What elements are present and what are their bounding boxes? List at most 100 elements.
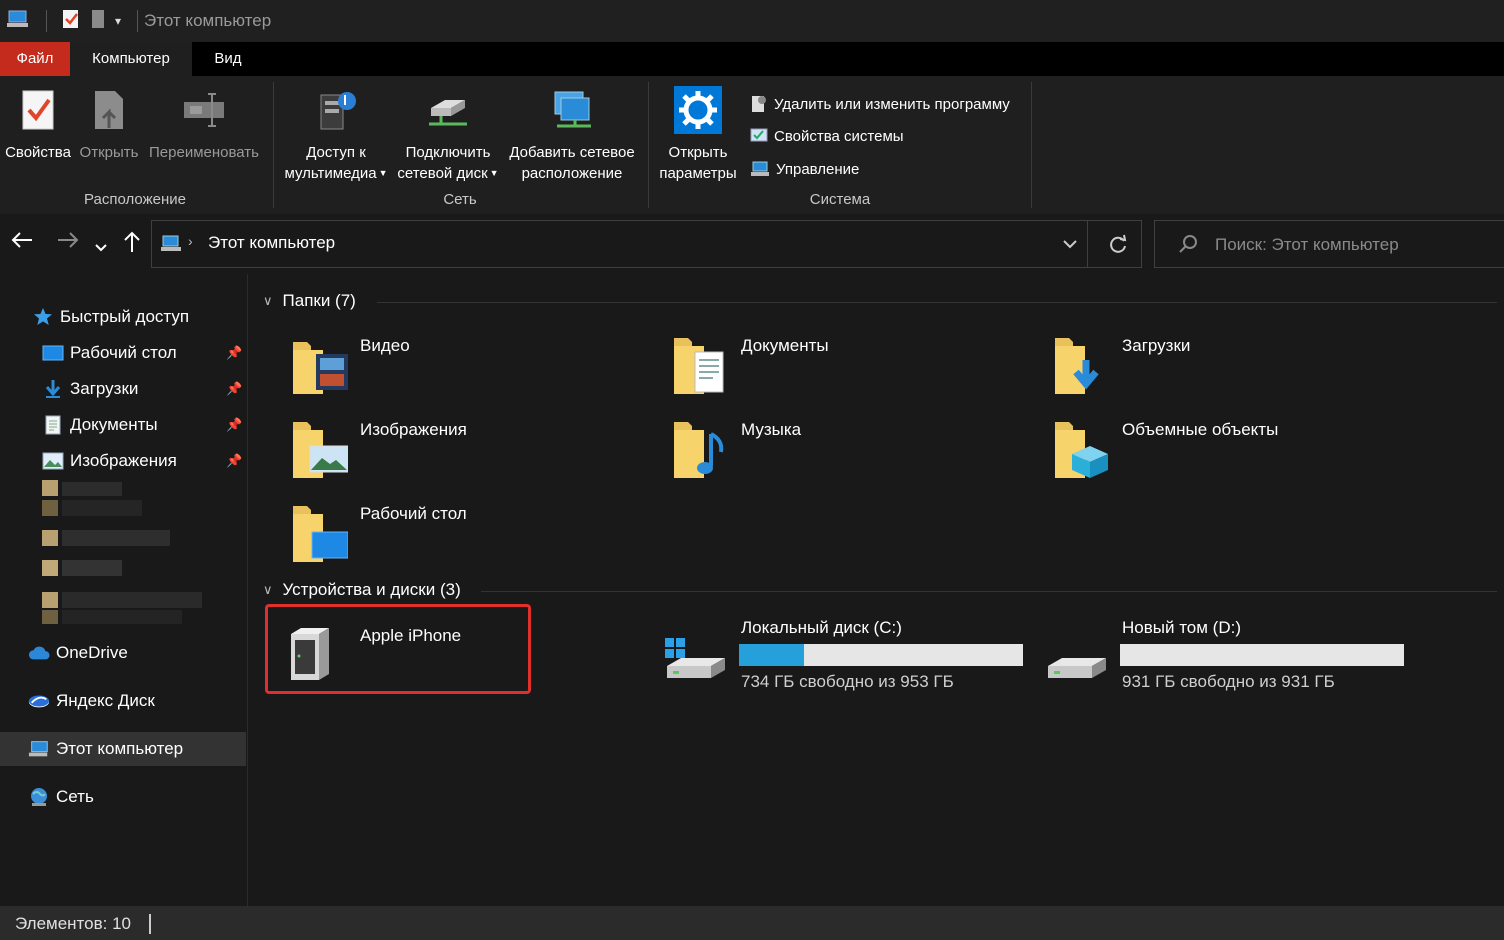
- divider: [1087, 221, 1088, 267]
- open-settings-button[interactable]: Открыть параметры: [654, 86, 742, 184]
- sidebar-item-desktop[interactable]: Рабочий стол 📌: [0, 336, 246, 370]
- properties-button[interactable]: Свойства: [4, 86, 72, 163]
- 3d-objects-folder-icon: [1055, 422, 1108, 478]
- divider: [648, 82, 649, 208]
- divider: [1031, 82, 1032, 208]
- tab-view[interactable]: Вид: [192, 42, 264, 76]
- desktop-icon: [42, 342, 64, 364]
- yandex-disk-icon: [28, 690, 50, 712]
- pin-icon[interactable]: 📌: [226, 417, 242, 433]
- recent-locations-chevron-icon[interactable]: [94, 234, 108, 260]
- drive-c[interactable]: Локальный диск (C:) 734 ГБ свободно из 9…: [663, 618, 1023, 708]
- sidebar-item-this-pc[interactable]: Этот компьютер: [0, 732, 246, 766]
- add-network-location-button[interactable]: Добавить сетевое расположение: [506, 86, 638, 184]
- media-server-icon: [312, 86, 360, 134]
- download-arrow-icon: [42, 378, 64, 400]
- navigation-pane: Быстрый доступ Рабочий стол 📌 Загрузки 📌…: [0, 274, 248, 906]
- pin-icon[interactable]: 📌: [226, 381, 242, 397]
- breadcrumb-chevron-icon[interactable]: ›: [188, 233, 193, 249]
- folder-videos[interactable]: Видео: [292, 336, 652, 410]
- refresh-icon[interactable]: [1108, 233, 1128, 260]
- desktop-folder-icon: [293, 506, 349, 562]
- back-arrow-icon[interactable]: [10, 230, 34, 256]
- drive-d[interactable]: Новый том (D:) 931 ГБ свободно из 931 ГБ: [1044, 618, 1404, 708]
- sidebar-item-yandex-disk[interactable]: Яндекс Диск: [0, 684, 246, 718]
- dropdown-caret-icon: ▼: [378, 168, 388, 178]
- tab-computer[interactable]: Компьютер: [70, 42, 192, 76]
- system-drive-icon: [665, 638, 725, 678]
- customize-quick-access-icon[interactable]: ▾: [115, 14, 121, 28]
- up-arrow-icon[interactable]: [122, 230, 142, 260]
- collapse-chevron-icon[interactable]: ∨: [263, 293, 273, 309]
- computer-icon: [6, 9, 30, 34]
- network-drive-icon: [424, 86, 472, 134]
- divider: [137, 10, 139, 32]
- pin-icon[interactable]: 📌: [226, 453, 242, 469]
- ribbon-tabs: Файл Компьютер Вид: [0, 42, 1504, 76]
- media-access-button[interactable]: Доступ к мультимедиа ▼: [280, 86, 392, 184]
- sidebar-item-onedrive[interactable]: OneDrive: [0, 636, 246, 670]
- open-button[interactable]: Открыть: [76, 86, 142, 163]
- divider: [149, 914, 151, 934]
- rename-icon: [180, 86, 228, 134]
- drive-c-usage-bar: [739, 644, 1023, 666]
- forward-arrow-icon[interactable]: [56, 230, 80, 256]
- highlight-box: [265, 604, 531, 694]
- navigation-bar: › Этот компьютер Поиск: Этот компьютер: [0, 214, 1504, 274]
- properties-quick-icon[interactable]: [61, 8, 81, 35]
- music-folder-icon: [674, 422, 724, 478]
- status-bar: Элементов: 10: [0, 906, 1504, 940]
- folder-desktop[interactable]: Рабочий стол: [292, 504, 652, 578]
- network-location-icon: [548, 86, 596, 134]
- section-header-devices[interactable]: ∨ Устройства и диски (3): [263, 580, 461, 600]
- map-network-drive-button[interactable]: Подключить сетевой диск ▼: [396, 86, 500, 184]
- drive-c-usage-fill: [739, 644, 805, 666]
- title-bar: ▾ Этот компьютер: [0, 0, 1504, 42]
- dropdown-caret-icon: ▼: [489, 168, 499, 178]
- sidebar-item-pictures[interactable]: Изображения 📌: [0, 444, 246, 478]
- divider: [481, 591, 1497, 592]
- drive-d-usage-bar: [1120, 644, 1404, 666]
- folder-pictures[interactable]: Изображения: [292, 420, 652, 494]
- system-properties-button[interactable]: Свойства системы: [750, 127, 904, 145]
- manage-button[interactable]: Управление: [750, 160, 859, 178]
- sidebar-item-network[interactable]: Сеть: [0, 780, 246, 814]
- item-count: Элементов: 10: [15, 914, 131, 933]
- downloads-folder-icon: [1055, 338, 1099, 394]
- divider: [46, 10, 47, 32]
- folder-downloads[interactable]: Загрузки: [1054, 336, 1414, 410]
- system-properties-icon: [750, 128, 768, 142]
- folder-music[interactable]: Музыка: [673, 420, 1033, 494]
- manage-icon: [751, 161, 769, 176]
- breadcrumb[interactable]: Этот компьютер: [208, 233, 335, 253]
- address-bar[interactable]: › Этот компьютер: [151, 220, 1142, 268]
- picture-icon: [42, 450, 64, 472]
- pin-icon[interactable]: 📌: [226, 345, 242, 361]
- file-list: ∨ Папки (7) Видео Документы Загрузки Изо…: [249, 274, 1504, 906]
- sidebar-item-quick-access[interactable]: Быстрый доступ: [0, 300, 246, 334]
- rename-button[interactable]: Переименовать: [146, 86, 262, 163]
- computer-icon: [28, 738, 50, 760]
- sidebar-item-documents[interactable]: Документы 📌: [0, 408, 246, 442]
- open-icon: [85, 86, 133, 134]
- search-icon: [1177, 233, 1199, 260]
- sidebar-item-downloads[interactable]: Загрузки 📌: [0, 372, 246, 406]
- section-header-folders[interactable]: ∨ Папки (7): [263, 291, 356, 311]
- network-globe-icon: [28, 786, 50, 808]
- tab-file[interactable]: Файл: [0, 42, 70, 76]
- search-input[interactable]: Поиск: Этот компьютер: [1154, 220, 1504, 268]
- document-icon: [42, 414, 64, 436]
- uninstall-program-button[interactable]: Удалить или изменить программу: [750, 94, 1010, 114]
- properties-icon: [14, 86, 62, 134]
- pictures-folder-icon: [293, 422, 349, 478]
- window-title: Этот компьютер: [144, 11, 272, 30]
- collapse-chevron-icon[interactable]: ∨: [263, 582, 273, 598]
- star-icon: [32, 306, 54, 328]
- address-dropdown-icon[interactable]: [1062, 237, 1078, 255]
- cloud-icon: [28, 642, 50, 664]
- folder-3d-objects[interactable]: Объемные объекты: [1054, 420, 1414, 494]
- settings-gear-icon: [674, 86, 722, 134]
- new-folder-quick-icon[interactable]: [89, 8, 107, 35]
- folder-documents[interactable]: Документы: [673, 336, 1033, 410]
- ribbon-group-system: Открыть параметры Удалить или изменить п…: [650, 80, 1030, 214]
